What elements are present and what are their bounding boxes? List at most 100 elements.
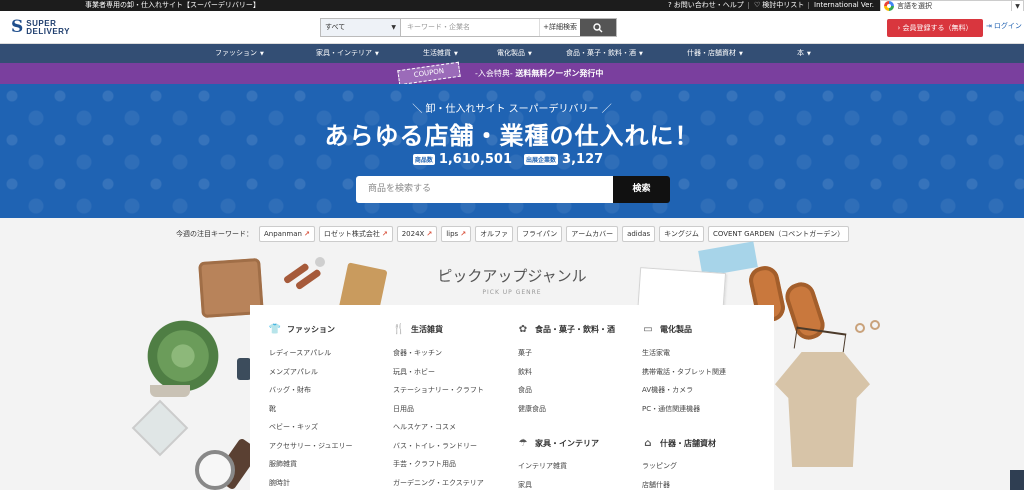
hero-search-button[interactable]: 検索 — [613, 176, 670, 203]
genre-link[interactable]: メンズアパレル — [269, 367, 318, 377]
chevron-right-icon: › — [897, 24, 901, 32]
search-button[interactable] — [580, 19, 616, 36]
product-photo — [1010, 470, 1024, 490]
keyword-chip[interactable]: 2024X ↗ — [396, 226, 438, 242]
lamp-icon: ☂ — [518, 437, 528, 449]
genre-link[interactable]: ベビー・キッズ — [269, 422, 318, 432]
cutlery-icon: 🍴 — [392, 323, 406, 335]
nav-item-books[interactable]: 本 ▼ — [797, 44, 811, 63]
genre-heading-furniture[interactable]: ☂ 家具・インテリア — [516, 437, 599, 449]
coupon-tag: COUPON — [397, 61, 461, 86]
genre-link[interactable]: 飲料 — [518, 367, 532, 377]
login-link[interactable]: ⇥ ログイン — [986, 21, 1022, 31]
search-input[interactable]: キーワード・企業名 — [401, 19, 539, 36]
logo-mark-icon: S — [11, 17, 24, 37]
trend-arrow-icon: ↗ — [381, 230, 388, 238]
genre-link[interactable]: ガーデニング・エクステリア — [393, 478, 484, 488]
keyword-chip[interactable]: Anpanman ↗ — [259, 226, 315, 242]
coupon-banner[interactable]: COUPON -入会特典- 送料無料クーポン発行中 — [0, 61, 1024, 86]
tshirt-icon: 👕 — [268, 323, 282, 335]
chevron-down-icon: ▼ — [1011, 0, 1023, 12]
international-link[interactable]: International Ver. — [814, 0, 874, 11]
genre-link[interactable]: 服飾雑貨 — [269, 459, 297, 469]
genre-link[interactable]: 生活家電 — [642, 348, 670, 358]
keyword-chip[interactable]: アームカバー — [566, 226, 619, 242]
hero-title: あらゆる店舗・業種の仕入れに！ — [324, 122, 700, 150]
keyword-chip[interactable]: フライパン — [517, 226, 563, 242]
genre-link[interactable]: 健康食品 — [518, 404, 546, 414]
genre-link[interactable]: 家具 — [518, 480, 532, 490]
earring-photo — [855, 323, 865, 333]
genre-link[interactable]: ヘルスケア・コスメ — [393, 422, 456, 432]
genre-link[interactable]: 食品 — [518, 385, 532, 395]
genre-link[interactable]: 靴 — [269, 404, 276, 414]
genre-link[interactable]: 店舗什器 — [642, 480, 670, 490]
chevron-down-icon: ▼ — [528, 51, 532, 57]
chevron-down-icon: ▼ — [639, 51, 643, 57]
keyword-chip[interactable]: lips ↗ — [441, 226, 472, 242]
genre-link[interactable]: 腕時計 — [269, 478, 290, 488]
trend-arrow-icon: ↗ — [303, 230, 310, 238]
genre-link[interactable]: 日用品 — [393, 404, 414, 414]
nav-item-food[interactable]: 食品・菓子・飲料・酒 ▼ — [566, 44, 643, 63]
genre-link[interactable]: バス・トイレ・ランドリー — [393, 441, 477, 451]
nav-item-fashion[interactable]: ファッション ▼ — [215, 44, 264, 63]
logo-text-2: DELIVERY — [26, 26, 70, 36]
genre-heading-electronics[interactable]: ▭ 電化製品 — [641, 323, 692, 335]
hero-subtitle: ＼ 卸・仕入れサイト スーパーデリバリー ／ — [412, 104, 612, 115]
keyword-chip[interactable]: キングジム — [659, 226, 704, 242]
chevron-down-icon: ▼ — [454, 51, 458, 57]
help-link[interactable]: ? お問い合わせ・ヘルプ — [668, 0, 744, 11]
trend-arrow-icon: ↗ — [426, 230, 433, 238]
nav-item-electronics[interactable]: 電化製品 ▼ — [497, 44, 532, 63]
genre-link[interactable]: 食器・キッチン — [393, 348, 442, 358]
register-button[interactable]: › 会員登録する（無料） — [887, 19, 983, 37]
trending-keywords: 今週の注目キーワード： Anpanman ↗ ロゼット株式会社 ↗ 2024X ↗ l… — [176, 226, 850, 242]
tv-icon: ▭ — [643, 323, 653, 335]
hero-stats: 商品数 1,610,501 出展企業数 3,127 — [0, 152, 1024, 167]
genre-heading-living[interactable]: 🍴 生活雑貨 — [392, 323, 443, 335]
keyword-chip[interactable]: adidas — [622, 226, 656, 242]
genre-heading-fashion[interactable]: 👕 ファッション — [268, 323, 335, 335]
genre-link[interactable]: バッグ・財布 — [269, 385, 311, 395]
watch-photo — [195, 450, 235, 490]
keyword-chip[interactable]: COVENT GARDEN（コベントガーデン） — [707, 226, 850, 242]
pickup-title: ピックアップジャンル — [437, 267, 587, 285]
genre-link[interactable]: ステーショナリー・クラフト — [393, 385, 484, 395]
product-photo — [237, 358, 251, 380]
keyword-chip[interactable]: オルファ — [475, 226, 514, 242]
genre-link[interactable]: AV機器・カメラ — [642, 385, 693, 395]
search-category-select[interactable]: すべて ▼ — [321, 19, 401, 36]
shirt-photo — [775, 352, 870, 467]
genre-link[interactable]: 菓子 — [518, 348, 532, 358]
genre-heading-fixtures[interactable]: ⌂ 什器・店舗資材 — [641, 437, 716, 449]
keyword-chip[interactable]: ロゼット株式会社 ↗ — [318, 226, 393, 242]
genre-link[interactable]: 手芸・クラフト用品 — [393, 459, 456, 469]
nav-item-fixtures[interactable]: 什器・店舗資材 ▼ — [687, 44, 743, 63]
genre-link[interactable]: PC・通信関連機器 — [642, 404, 700, 414]
genre-link[interactable]: アクセサリー・ジュエリー — [269, 441, 353, 451]
genre-link[interactable]: インテリア雑貨 — [518, 461, 567, 471]
hero-banner: ＼ 卸・仕入れサイト スーパーデリバリー ／ あらゆる店舗・業種の仕入れに！ 商… — [0, 84, 1024, 218]
genre-heading-food[interactable]: ✿ 食品・菓子・飲料・酒 — [516, 323, 615, 335]
search-icon — [593, 22, 603, 32]
genre-link[interactable]: 携帯電話・タブレット関連 — [642, 367, 726, 377]
stat-label: 出展企業数 — [524, 154, 559, 165]
chevron-down-icon: ▼ — [807, 51, 811, 57]
genre-link[interactable]: 玩具・ホビー — [393, 367, 435, 377]
hero-search-input[interactable]: 商品を検索する — [356, 176, 613, 203]
shop-icon: ⌂ — [644, 437, 652, 449]
wishlist-link[interactable]: ♡ 検討中リスト — [754, 0, 804, 11]
advanced-search-link[interactable]: +詳細検索 — [539, 19, 580, 36]
nav-item-living[interactable]: 生活雑貨 ▼ — [423, 44, 458, 63]
stat-label: 商品数 — [412, 154, 435, 165]
pickup-subtitle: PICK UP GENRE — [482, 289, 542, 296]
site-logo[interactable]: S SUPER DELIVERY — [11, 19, 70, 36]
genre-link[interactable]: ラッピング — [642, 461, 677, 471]
earring-photo — [870, 320, 880, 330]
genre-link[interactable]: レディースアパレル — [269, 348, 331, 358]
pot-photo — [150, 385, 190, 397]
nav-item-furniture[interactable]: 家具・インテリア ▼ — [316, 44, 379, 63]
divider — [808, 2, 809, 9]
google-icon — [884, 1, 894, 11]
